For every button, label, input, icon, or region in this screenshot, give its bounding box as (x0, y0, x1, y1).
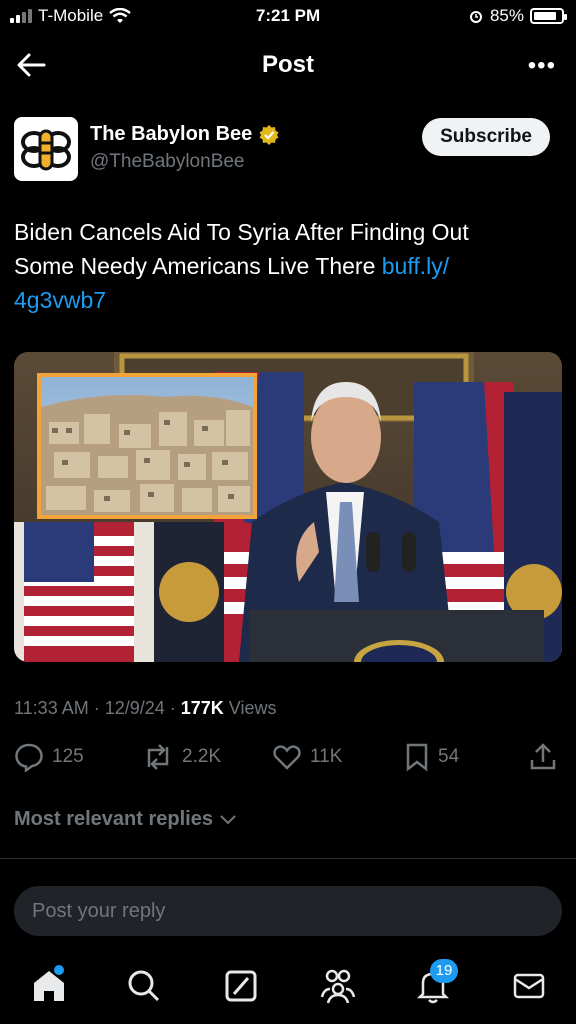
press-conference-photo (14, 352, 562, 662)
post-text-line1: Biden Cancels Aid To Syria After Finding… (14, 219, 469, 245)
divider (0, 858, 576, 859)
nav-notifications[interactable]: 19 (414, 959, 458, 1007)
bee-logo-icon (21, 129, 71, 171)
battery-percent: 85% (489, 6, 524, 25)
status-bar: T-Mobile 7:21 PM 85% (0, 0, 576, 34)
reply-placeholder: Post your reply (32, 899, 166, 922)
bookmark-action[interactable]: 54 (404, 742, 459, 772)
views-label: Views (223, 698, 277, 718)
sort-replies-label: Most relevant replies (14, 808, 213, 830)
battery-icon (530, 8, 567, 24)
author-name[interactable]: The Babylon Bee (90, 123, 252, 146)
chevron-down-icon (220, 814, 236, 824)
sort-replies-dropdown[interactable]: Most relevant replies (14, 808, 237, 831)
views-count: 177K (180, 698, 224, 718)
search-icon (128, 970, 160, 1002)
post-meta: 11:33 AM · 12/9/24 · 177K Views (14, 698, 277, 719)
reply-action[interactable]: 125 (14, 742, 84, 772)
post-image[interactable] (14, 352, 562, 662)
heart-icon (273, 745, 301, 770)
nav-home[interactable] (30, 965, 70, 1007)
share-icon (530, 743, 556, 770)
reply-icon (15, 743, 43, 772)
post-text: Biden Cancels Aid To Syria After Finding… (14, 215, 534, 317)
like-count: 11K (310, 746, 343, 767)
reply-count: 125 (52, 746, 84, 767)
repost-action[interactable]: 2.2K (142, 742, 221, 772)
grok-icon (225, 970, 257, 1002)
nav-grok[interactable] (222, 967, 262, 1007)
home-notification-dot (54, 965, 64, 975)
post-link-part2[interactable]: 4g3vwb7 (14, 287, 106, 313)
bottom-nav: 19 (0, 955, 576, 1024)
author-handle: @TheBabylonBee (90, 151, 245, 172)
nav-messages[interactable] (510, 967, 550, 1007)
action-bar: 125 2.2K 11K 54 (14, 742, 562, 778)
notifications-badge: 19 (430, 959, 458, 983)
subscribe-button[interactable]: Subscribe (422, 118, 550, 156)
post-text-line2: Some Needy Americans Live There (14, 253, 382, 279)
nav-search[interactable] (125, 967, 165, 1007)
bookmark-icon (406, 743, 428, 772)
verified-badge-icon (259, 124, 279, 145)
communities-icon (320, 969, 356, 1004)
mail-icon (513, 973, 545, 999)
alarm-icon (469, 11, 482, 23)
like-action[interactable]: 11K (272, 742, 342, 772)
repost-count: 2.2K (182, 746, 222, 767)
reply-input[interactable]: Post your reply (14, 886, 562, 936)
more-options-icon[interactable]: ••• (528, 52, 556, 80)
top-header: Post ••• (0, 40, 576, 90)
post-link-part1[interactable]: buff.ly/ (382, 253, 449, 279)
name-row: The Babylon Bee (90, 123, 280, 146)
share-action[interactable] (528, 742, 558, 772)
post-author: The Babylon Bee @TheBabylonBee Subscribe (14, 117, 562, 183)
page-title: Post (261, 51, 314, 78)
babylon-bee-avatar[interactable] (14, 117, 78, 181)
status-right: 85% (468, 6, 567, 26)
bookmark-count: 54 (438, 746, 460, 767)
repost-icon (147, 744, 169, 770)
post-timestamp: 11:33 AM · 12/9/24 · (14, 698, 181, 718)
nav-communities[interactable] (318, 967, 358, 1007)
